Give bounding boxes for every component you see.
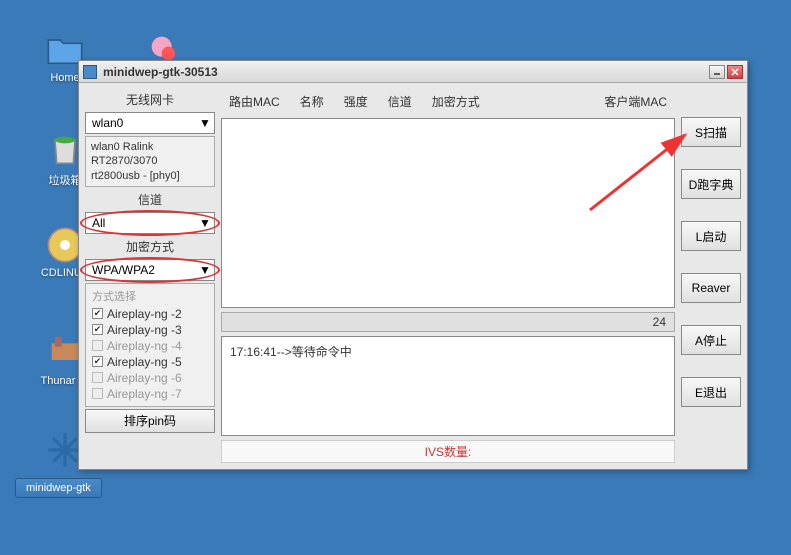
method-box: 方式选择 ✔ Aireplay-ng -2 ✔ Aireplay-ng -3 Airep…	[85, 283, 215, 407]
adapter-info: wlan0 Ralink RT2870/3070 rt2800usb - [ph…	[85, 136, 215, 187]
col-signal: 强度	[344, 93, 368, 110]
checkbox-icon: ✔	[92, 324, 103, 335]
method-title: 方式选择	[92, 288, 208, 304]
minimize-button[interactable]	[709, 65, 725, 79]
combo-value: All	[92, 216, 198, 230]
method-label: Aireplay-ng -7	[107, 387, 182, 401]
chevron-down-icon: ▼	[198, 216, 212, 230]
method-row: Aireplay-ng -4	[92, 338, 208, 354]
method-row[interactable]: ✔ Aireplay-ng -5	[92, 354, 208, 370]
method-label: Aireplay-ng -5	[107, 355, 182, 369]
taskbar-app-button[interactable]: minidwep-gtk	[15, 478, 102, 498]
right-panel: S扫描 D跑字典 L启动 Reaver A停止 E退出	[681, 89, 741, 463]
method-row: Aireplay-ng -6	[92, 370, 208, 386]
combo-value: wlan0	[92, 116, 198, 130]
scan-button[interactable]: S扫描	[681, 117, 741, 147]
reaver-button[interactable]: Reaver	[681, 273, 741, 303]
combo-value: WPA/WPA2	[92, 263, 198, 277]
encrypt-label: 加密方式	[85, 236, 215, 257]
method-label: Aireplay-ng -6	[107, 371, 182, 385]
log-area[interactable]: 17:16:41-->等待命令中	[221, 336, 675, 436]
method-row[interactable]: ✔ Aireplay-ng -2	[92, 306, 208, 322]
chevron-down-icon: ▼	[198, 263, 212, 277]
dict-button[interactable]: D跑字典	[681, 169, 741, 199]
ivs-bar: IVS数量:	[221, 440, 675, 463]
checkbox-icon: ✔	[92, 356, 103, 367]
network-list[interactable]	[221, 118, 675, 308]
titlebar[interactable]: minidwep-gtk-30513	[79, 61, 747, 83]
stop-button[interactable]: A停止	[681, 325, 741, 355]
method-row: Aireplay-ng -7	[92, 386, 208, 402]
checkbox-icon	[92, 340, 103, 351]
col-client: 客户端MAC	[604, 93, 667, 110]
checkbox-icon: ✔	[92, 308, 103, 319]
list-header: 路由MAC 名称 强度 信道 加密方式 客户端MAC	[221, 89, 675, 114]
exit-button[interactable]: E退出	[681, 377, 741, 407]
close-button[interactable]	[727, 65, 743, 79]
col-name: 名称	[300, 93, 324, 110]
app-window: minidwep-gtk-30513 无线网卡 wlan0 ▼ wlan0 Ra…	[78, 60, 748, 470]
wireless-label: 无线网卡	[85, 89, 215, 110]
col-channel: 信道	[388, 93, 412, 110]
col-encrypt: 加密方式	[432, 93, 480, 110]
method-label: Aireplay-ng -3	[107, 323, 182, 337]
launch-button[interactable]: L启动	[681, 221, 741, 251]
method-label: Aireplay-ng -4	[107, 339, 182, 353]
log-line: 17:16:41-->等待命令中	[230, 345, 352, 359]
app-icon	[83, 65, 97, 79]
chevron-down-icon: ▼	[198, 116, 212, 130]
method-label: Aireplay-ng -2	[107, 307, 182, 321]
checkbox-icon	[92, 372, 103, 383]
wireless-combo[interactable]: wlan0 ▼	[85, 112, 215, 134]
left-panel: 无线网卡 wlan0 ▼ wlan0 Ralink RT2870/3070 rt…	[85, 89, 215, 463]
center-panel: 路由MAC 名称 强度 信道 加密方式 客户端MAC 24 17:16:41--…	[221, 89, 675, 463]
channel-combo[interactable]: All ▼	[85, 212, 215, 234]
col-mac: 路由MAC	[229, 93, 280, 110]
window-body: 无线网卡 wlan0 ▼ wlan0 Ralink RT2870/3070 rt…	[79, 83, 747, 469]
checkbox-icon	[92, 388, 103, 399]
sort-pin-button[interactable]: 排序pin码	[85, 409, 215, 433]
channel-label: 信道	[85, 189, 215, 210]
method-row[interactable]: ✔ Aireplay-ng -3	[92, 322, 208, 338]
encrypt-combo[interactable]: WPA/WPA2 ▼	[85, 259, 215, 281]
count-bar: 24	[221, 312, 675, 332]
window-title: minidwep-gtk-30513	[103, 65, 707, 79]
